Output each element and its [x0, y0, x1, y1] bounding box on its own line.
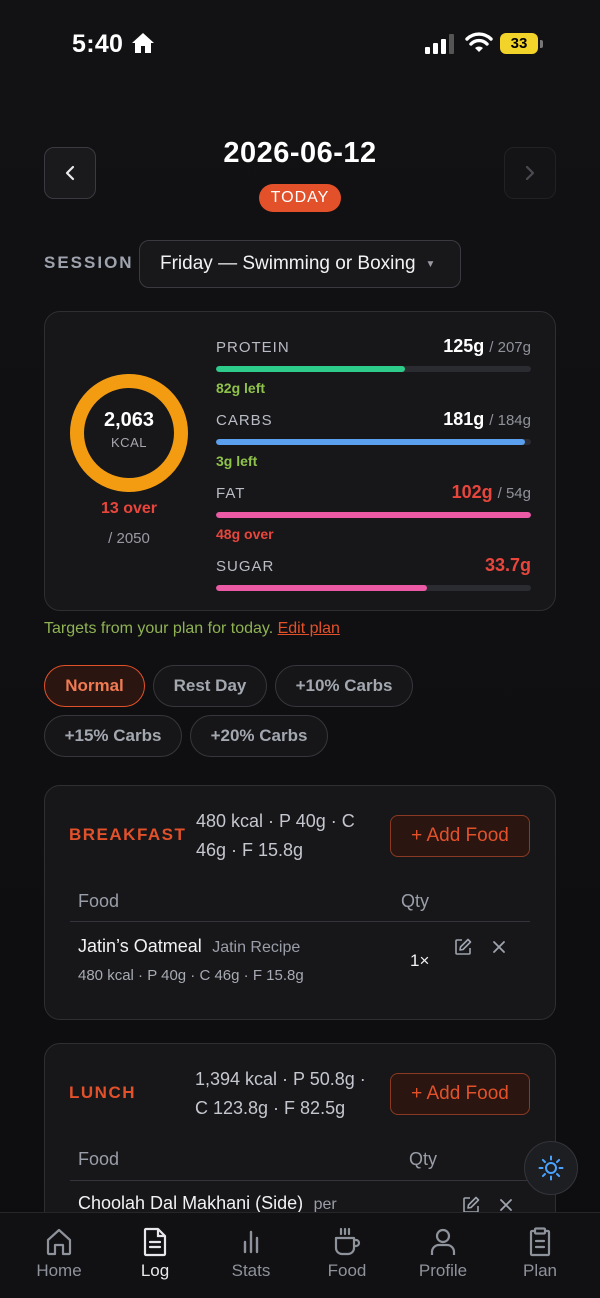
food-name: Jatin’s Oatmeal — [78, 936, 202, 956]
previous-day-button[interactable] — [44, 147, 96, 199]
qty-column-header: Qty — [401, 891, 430, 911]
status-time: 5:40 — [72, 30, 124, 58]
food-source: Jatin Recipe — [212, 939, 301, 956]
calorie-value: 2,063 — [103, 409, 155, 431]
food-source: per — [313, 1196, 337, 1213]
tab-label: Profile — [418, 1261, 468, 1280]
home-icon — [46, 1228, 72, 1256]
home-status-icon — [132, 33, 154, 53]
macro-name: PROTEIN — [216, 339, 290, 356]
lunch-add-food-button[interactable]: + Add Food — [390, 1073, 530, 1115]
macro-sugar: SUGAR 33.7g — [216, 555, 531, 591]
chip-plus-20-carbs[interactable]: +20% Carbs — [190, 715, 328, 757]
macro-name: CARBS — [216, 412, 273, 429]
tab-label: Food — [327, 1261, 367, 1280]
tab-profile[interactable]: Profile — [398, 1226, 488, 1281]
table-row: Choolah Dal Makhani (Side) per — [78, 1193, 337, 1214]
delete-icon[interactable] — [492, 940, 506, 954]
edit-icon[interactable] — [454, 938, 472, 956]
food-qty: 1× — [410, 951, 430, 970]
tab-stats[interactable]: Stats — [206, 1226, 296, 1281]
macro-protein: PROTEIN 125g / 207g 82g left — [216, 336, 531, 396]
chevron-left-icon — [65, 165, 75, 181]
food-column-header: Food — [78, 1149, 120, 1169]
macro-value: 33.7g — [484, 555, 531, 575]
calorie-ring — [70, 374, 188, 492]
date-title: 2026-06-12 — [223, 137, 377, 169]
clipboard-icon — [529, 1227, 551, 1257]
food-macros: 480 kcal · P 40g · C 46g · F 15.8g — [78, 967, 304, 984]
macro-bar — [216, 439, 531, 445]
food-name: Choolah Dal Makhani (Side) — [78, 1193, 304, 1213]
lunch-summary: 1,394 kcal · P 50.8g · C 123.8g · F 82.5… — [195, 1069, 366, 1118]
calorie-target: / 2050 — [108, 530, 150, 547]
tab-home[interactable]: Home — [14, 1226, 104, 1281]
bar-chart-icon — [243, 1230, 259, 1254]
table-divider — [70, 1180, 530, 1181]
macro-remaining: 48g over — [216, 526, 274, 542]
session-value: Friday — Swimming or Boxing — [160, 253, 416, 274]
breakfast-add-food-button[interactable]: + Add Food — [390, 815, 530, 857]
macro-bar — [216, 366, 531, 372]
macro-carbs: CARBS 181g / 184g 3g left — [216, 409, 531, 469]
table-divider — [70, 921, 530, 922]
battery-level: 33 — [500, 33, 538, 54]
breakfast-summary: 480 kcal · P 40g · C 46g · F 15.8g — [196, 811, 355, 860]
theme-toggle-button[interactable] — [524, 1141, 578, 1195]
sun-icon — [538, 1155, 564, 1181]
tab-food[interactable]: Food — [302, 1226, 392, 1281]
macro-bar — [216, 512, 531, 518]
lunch-title: LUNCH — [69, 1083, 136, 1102]
table-row: Jatin’s Oatmeal Jatin Recipe — [78, 936, 300, 957]
macro-value: 125g / 207g — [443, 336, 531, 356]
food-column-header: Food — [78, 891, 120, 911]
session-label: SESSION — [44, 253, 134, 272]
calorie-unit: KCAL — [111, 435, 147, 450]
calorie-over-text: 13 over — [100, 500, 158, 517]
wifi-icon — [465, 32, 493, 52]
battery-icon: 33 — [500, 33, 544, 55]
targets-note: Targets from your plan for today. Edit p… — [44, 620, 340, 638]
chip-plus-15-carbs[interactable]: +15% Carbs — [44, 715, 182, 757]
tab-plan[interactable]: Plan — [495, 1226, 585, 1281]
macro-remaining: 82g left — [216, 380, 266, 396]
macro-bar — [216, 585, 531, 591]
chip-rest-day[interactable]: Rest Day — [153, 665, 267, 707]
tab-label: Stats — [231, 1261, 271, 1280]
tab-log[interactable]: Log — [110, 1226, 200, 1281]
user-icon — [430, 1228, 456, 1255]
macro-name: FAT — [216, 485, 246, 502]
breakfast-title: BREAKFAST — [69, 825, 187, 844]
tab-label: Home — [36, 1261, 82, 1280]
next-day-button[interactable] — [504, 147, 556, 199]
chevron-right-icon — [525, 165, 535, 181]
document-icon — [143, 1227, 167, 1257]
macro-value: 181g / 184g — [443, 409, 531, 429]
chip-plus-10-carbs[interactable]: +10% Carbs — [275, 665, 413, 707]
qty-column-header: Qty — [409, 1149, 438, 1169]
delete-icon[interactable] — [499, 1198, 513, 1212]
tab-label: Log — [140, 1261, 170, 1280]
macro-fat: FAT 102g / 54g 48g over — [216, 482, 531, 542]
today-badge: TODAY — [259, 184, 341, 212]
macro-name: SUGAR — [216, 558, 275, 575]
targets-note-text: Targets from your plan for today. — [44, 620, 274, 637]
macro-remaining: 3g left — [216, 453, 258, 469]
chip-normal[interactable]: Normal — [44, 665, 145, 707]
macro-value: 102g / 54g — [451, 482, 531, 502]
signal-icon — [425, 34, 454, 54]
tab-label: Plan — [522, 1261, 558, 1280]
cup-icon — [334, 1227, 361, 1256]
caret-down-icon: ▼ — [425, 258, 436, 270]
edit-plan-link[interactable]: Edit plan — [278, 620, 340, 637]
session-select[interactable]: Friday — Swimming or Boxing ▼ — [139, 240, 461, 288]
